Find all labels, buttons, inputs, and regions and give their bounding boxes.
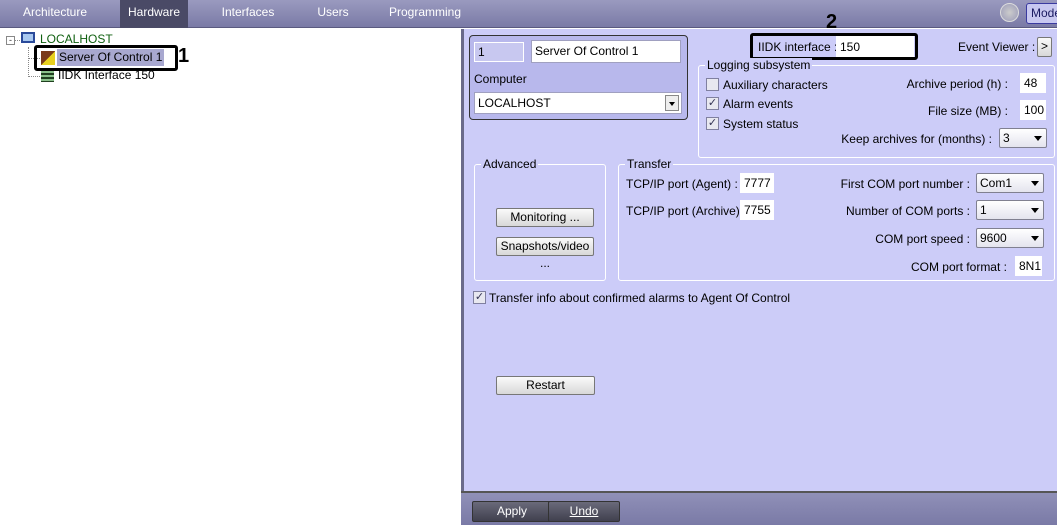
advanced-group: Advanced Monitoring ... Snapshots/video … — [474, 157, 606, 281]
mode-button[interactable]: Mode — [1026, 3, 1057, 24]
system-status-label: System status — [723, 117, 799, 131]
tab-programming[interactable]: Programming — [385, 0, 465, 28]
identity-box: 1 Server Of Control 1 Computer LOCALHOST — [469, 35, 688, 120]
tab-interfaces[interactable]: Interfaces — [210, 0, 286, 28]
dropdown-arrow-icon — [1031, 236, 1039, 241]
transfer-title: Transfer — [625, 157, 674, 171]
tcp-archive-label: TCP/IP port (Archive) : — [626, 204, 747, 218]
keep-archives-value: 3 — [1003, 131, 1010, 145]
settings-panel: 1 Server Of Control 1 Computer LOCALHOST… — [461, 11, 1057, 491]
computer-select[interactable]: LOCALHOST — [474, 92, 682, 114]
event-viewer-button[interactable]: > — [1037, 37, 1052, 57]
transfer-info-label: Transfer info about confirmed alarms to … — [489, 291, 791, 305]
keep-archives-select[interactable]: 3 — [999, 128, 1047, 148]
first-com-value: Com1 — [980, 176, 1013, 190]
computer-icon — [21, 32, 35, 43]
event-viewer-label: Event Viewer : — [958, 40, 1036, 54]
alarm-events-label: Alarm events — [723, 97, 794, 111]
first-com-label: First COM port number : — [840, 177, 970, 191]
tcp-archive-field[interactable]: 7755 — [740, 200, 774, 220]
archive-period-label: Archive period (h) : — [906, 77, 1008, 91]
system-status-checkbox[interactable]: ✓ — [706, 117, 719, 130]
name-field[interactable]: Server Of Control 1 — [531, 40, 681, 63]
dropdown-arrow-icon — [1034, 136, 1042, 141]
com-speed-label: COM port speed : — [875, 232, 970, 246]
dropdown-arrow-icon — [1031, 181, 1039, 186]
num-com-value: 1 — [980, 203, 987, 217]
tcp-agent-label: TCP/IP port (Agent) : — [626, 177, 738, 191]
file-size-label: File size (MB) : — [927, 104, 1008, 118]
logging-subsystem-group: Logging subsystem Auxiliary characters ✓… — [698, 58, 1055, 158]
keep-archives-label: Keep archives for (months) : — [841, 132, 992, 146]
tab-users[interactable]: Users — [305, 0, 361, 28]
logging-title: Logging subsystem — [705, 58, 813, 72]
computer-value: LOCALHOST — [478, 96, 551, 110]
collapse-icon[interactable]: - — [6, 36, 15, 45]
transfer-group: Transfer TCP/IP port (Agent) : 7777 TCP/… — [618, 157, 1055, 281]
tree-line — [15, 40, 20, 41]
file-size-field[interactable]: 100 — [1020, 100, 1046, 120]
com-speed-value: 9600 — [980, 231, 1007, 245]
auxiliary-characters-checkbox[interactable] — [706, 78, 719, 91]
callout-number-1: 1 — [178, 45, 190, 67]
snapshots-video-button[interactable]: Snapshots/video ... — [496, 237, 594, 270]
com-format-field[interactable]: 8N1 — [1015, 256, 1042, 276]
transfer-info-checkbox[interactable]: ✓ — [473, 291, 486, 304]
tab-architecture[interactable]: Architecture — [0, 0, 110, 28]
dropdown-arrow-icon[interactable] — [665, 95, 679, 111]
com-speed-select[interactable]: 9600 — [976, 228, 1044, 248]
tab-hardware[interactable]: Hardware — [120, 0, 188, 28]
object-tree: - LOCALHOST Server Of Control 1 IIDK Int… — [0, 29, 461, 525]
num-com-select[interactable]: 1 — [976, 200, 1044, 220]
archive-period-field[interactable]: 48 — [1020, 73, 1046, 93]
alarm-events-checkbox[interactable]: ✓ — [706, 97, 719, 110]
computer-label: Computer — [474, 72, 527, 86]
undo-button[interactable]: Undo — [548, 501, 620, 522]
settings-gear-icon[interactable] — [1000, 3, 1019, 22]
tree-line — [28, 76, 40, 77]
com-format-label: COM port format : — [910, 260, 1007, 274]
restart-button[interactable]: Restart — [496, 376, 595, 395]
callout-box-2 — [750, 33, 918, 60]
callout-number-2: 2 — [826, 11, 838, 33]
tree-root-localhost[interactable]: LOCALHOST — [40, 32, 113, 46]
id-field[interactable]: 1 — [474, 42, 524, 62]
num-com-label: Number of COM ports : — [845, 204, 970, 218]
tree-line — [28, 47, 29, 77]
auxiliary-characters-label: Auxiliary characters — [723, 78, 828, 92]
dropdown-arrow-icon — [1031, 208, 1039, 213]
bottom-action-bar: Apply Undo — [461, 491, 1057, 525]
callout-box-1 — [34, 45, 178, 71]
top-tab-bar: Architecture Hardware Interfaces Users P… — [0, 0, 1057, 28]
monitoring-button[interactable]: Monitoring ... — [496, 208, 594, 227]
tcp-agent-field[interactable]: 7777 — [740, 173, 774, 193]
apply-button[interactable]: Apply — [472, 501, 552, 522]
advanced-title: Advanced — [481, 157, 539, 171]
first-com-select[interactable]: Com1 — [976, 173, 1044, 193]
